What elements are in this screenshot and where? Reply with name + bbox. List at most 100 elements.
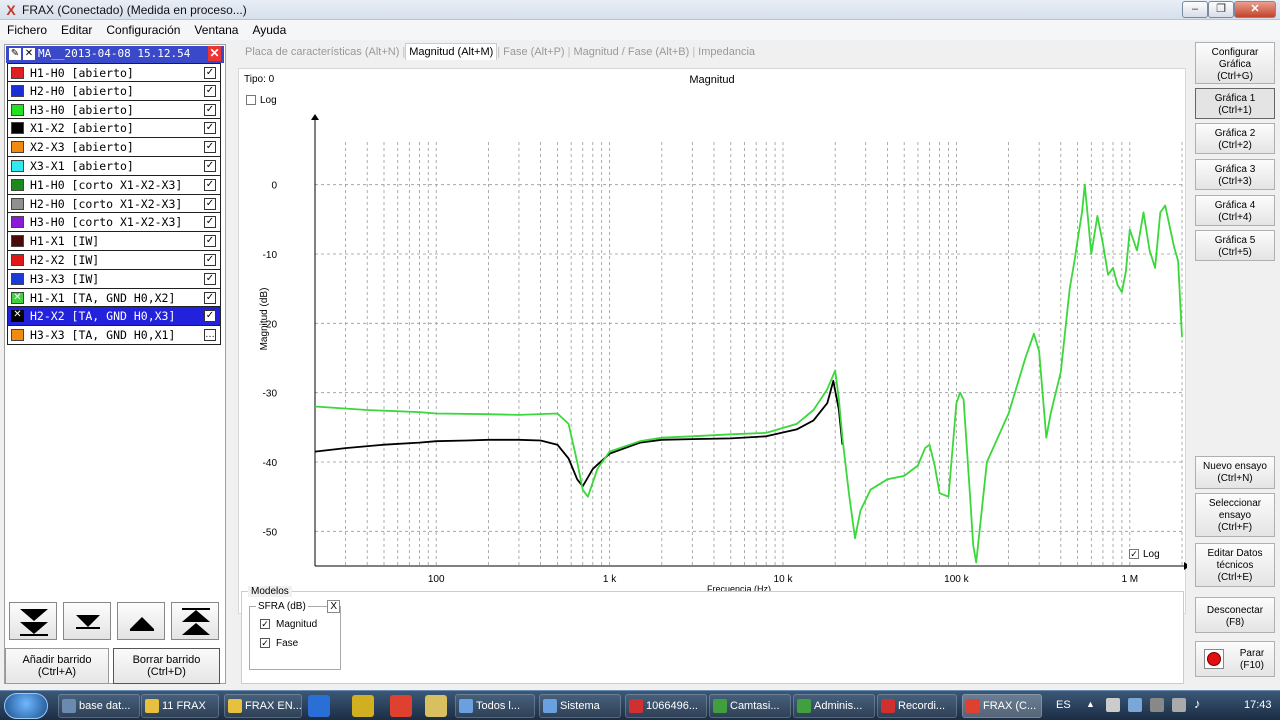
test-close-icon[interactable]: ✕ — [208, 46, 221, 61]
measurement-row[interactable]: H3-X3 [TA, GND H0,X1]… — [7, 326, 221, 345]
color-swatch[interactable] — [11, 103, 24, 116]
move-first-button[interactable] — [171, 602, 219, 640]
taskbar-item[interactable]: 1066496... — [625, 694, 707, 718]
taskbar-item[interactable]: base dat... — [58, 694, 140, 718]
taskbar-item[interactable]: Sistema — [539, 694, 621, 718]
taskbar-item[interactable]: Adminis... — [793, 694, 875, 718]
measurement-row[interactable]: H3-H0 [corto X1-X2-X3] ✓ — [7, 213, 221, 233]
color-swatch[interactable] — [11, 84, 24, 97]
color-swatch[interactable] — [11, 272, 24, 285]
measurement-checkbox[interactable]: ✓ — [204, 122, 216, 135]
seleccionar-ensayo-button[interactable]: Seleccionar ensayo (Ctrl+F) — [1195, 493, 1275, 537]
measurement-checkbox[interactable]: ✓ — [204, 272, 216, 285]
taskbar-item[interactable]: Camtasi... — [709, 694, 791, 718]
fase-checkbox[interactable]: ✓ — [260, 638, 270, 649]
color-swatch[interactable]: ✕ — [11, 310, 24, 323]
log-x-toggle[interactable]: ✓ Log — [1129, 549, 1160, 560]
measurement-row[interactable]: ✕ H1-X1 [TA, GND H0,X2] ✓ — [7, 288, 221, 308]
test-header[interactable]: ✎ ✕ MA__2013-04-08 15.12.54 ✕ — [6, 46, 224, 63]
measurement-checkbox[interactable]: ✓ — [204, 197, 216, 210]
menu-configuracion[interactable]: Configuración — [99, 20, 187, 37]
language-indicator[interactable]: ES — [1056, 699, 1071, 711]
color-swatch[interactable] — [11, 67, 24, 79]
taskbar-item[interactable]: 11 FRAX — [141, 694, 219, 718]
measurement-row[interactable]: X1-X2 [abierto] ✓ — [7, 119, 221, 139]
delete-sweep-button[interactable]: Borrar barrido (Ctrl+D) — [113, 648, 220, 684]
color-swatch[interactable]: ✕ — [11, 291, 24, 304]
menu-ventana[interactable]: Ventana — [187, 20, 245, 37]
taskbar-item[interactable]: Todos l... — [455, 694, 535, 718]
measurement-row[interactable]: H1-H0 [corto X1-X2-X3] ✓ — [7, 175, 221, 195]
measurement-checkbox[interactable]: ✓ — [204, 310, 216, 323]
measurement-checkbox[interactable]: ✓ — [204, 141, 216, 154]
magnitud-checkbox[interactable]: ✓ — [260, 619, 270, 630]
move-up-button[interactable] — [117, 602, 165, 640]
move-down-button[interactable] — [63, 602, 111, 640]
tray-arrow-icon[interactable]: ▲ — [1086, 699, 1095, 709]
volume-icon[interactable]: ♪ — [1194, 696, 1201, 711]
measurement-checkbox[interactable]: ✓ — [204, 291, 216, 304]
tab-impedancia[interactable]: Impedancia — [695, 46, 758, 58]
measurement-checkbox[interactable]: ✓ — [204, 216, 216, 229]
menu-ayuda[interactable]: Ayuda — [245, 20, 293, 37]
media-icon[interactable] — [352, 695, 374, 717]
fase-option[interactable]: ✓ Fase — [260, 638, 298, 649]
measurement-row[interactable]: H1-X1 [IW] ✓ — [7, 232, 221, 251]
measurement-checkbox[interactable]: ✓ — [204, 178, 216, 191]
measurement-row[interactable]: H2-H0 [corto X1-X2-X3] ✓ — [7, 194, 221, 214]
menu-fichero[interactable]: Fichero — [0, 20, 54, 37]
test-edit-icon[interactable]: ✎ — [9, 48, 21, 60]
tray-power-icon[interactable] — [1172, 698, 1186, 712]
taskbar-item[interactable]: FRAX EN... — [224, 694, 302, 718]
close-button[interactable]: ✕ — [1234, 1, 1276, 18]
measurement-row[interactable]: H1-H0 [abierto] ✓ — [7, 63, 221, 82]
folder-icon[interactable] — [425, 695, 447, 717]
measurement-checkbox[interactable]: ✓ — [204, 235, 216, 248]
configurar-grafica-button[interactable]: Configurar Gráfica (Ctrl+G) — [1195, 42, 1275, 84]
measurement-checkbox[interactable]: ✓ — [204, 253, 216, 266]
color-swatch[interactable] — [11, 197, 24, 210]
tab-fase[interactable]: Fase (Alt+P) — [500, 46, 567, 58]
tray-flag-icon[interactable] — [1128, 698, 1142, 712]
grafica-3-button[interactable]: Gráfica 3 (Ctrl+3) — [1195, 159, 1275, 190]
magnitud-option[interactable]: ✓ Magnitud — [260, 619, 317, 630]
measurement-checkbox[interactable]: ✓ — [204, 103, 216, 116]
measurement-checkbox[interactable]: ✓ — [204, 84, 216, 97]
tab-magnitud-fase[interactable]: Magnitud / Fase (Alt+B) — [570, 46, 692, 58]
tab-placa[interactable]: Placa de características (Alt+N) — [242, 46, 402, 58]
ie-icon[interactable] — [308, 695, 330, 717]
chrome-icon[interactable] — [390, 695, 412, 717]
minimize-button[interactable]: – — [1182, 1, 1208, 18]
measurement-checkbox[interactable]: … — [204, 329, 216, 342]
color-swatch[interactable] — [11, 178, 24, 191]
grafica-4-button[interactable]: Gráfica 4 (Ctrl+4) — [1195, 195, 1275, 226]
taskbar-item[interactable]: Recordi... — [877, 694, 957, 718]
editar-datos-button[interactable]: Editar Datos técnicos (Ctrl+E) — [1195, 543, 1275, 587]
measurement-row[interactable]: H3-X3 [IW] ✓ — [7, 269, 221, 289]
measurement-checkbox[interactable]: ✓ — [204, 159, 216, 172]
measurement-row[interactable]: X2-X3 [abierto] ✓ — [7, 138, 221, 157]
move-last-button[interactable] — [9, 602, 57, 640]
tray-network-icon[interactable] — [1150, 698, 1164, 712]
grafica-1-button[interactable]: Gráfica 1 (Ctrl+1) — [1195, 88, 1275, 119]
nuevo-ensayo-button[interactable]: Nuevo ensayo (Ctrl+N) — [1195, 456, 1275, 489]
color-swatch[interactable] — [11, 141, 24, 154]
color-swatch[interactable] — [11, 159, 24, 172]
stop-icon[interactable] — [1204, 649, 1224, 669]
taskbar-item[interactable]: FRAX (C... — [962, 694, 1042, 718]
test-visible-checkbox[interactable]: ✕ — [23, 48, 35, 60]
measurement-row[interactable]: H2-X2 [IW] ✓ — [7, 250, 221, 270]
color-swatch[interactable] — [11, 216, 24, 229]
add-sweep-button[interactable]: Añadir barrido (Ctrl+A) — [5, 648, 109, 684]
sfra-close-button[interactable]: X — [327, 600, 340, 613]
maximize-button[interactable]: ❐ — [1208, 1, 1234, 18]
color-swatch[interactable] — [11, 122, 24, 135]
color-swatch[interactable] — [11, 329, 24, 342]
grafica-2-button[interactable]: Gráfica 2 (Ctrl+2) — [1195, 123, 1275, 154]
measurement-row[interactable]: H3-H0 [abierto] ✓ — [7, 100, 221, 120]
color-swatch[interactable] — [11, 235, 24, 248]
clock[interactable]: 17:43 — [1244, 699, 1272, 711]
measurement-row[interactable]: ✕ H2-X2 [TA, GND H0,X3] ✓ — [7, 307, 221, 327]
tray-app-icon[interactable] — [1106, 698, 1120, 712]
desconectar-button[interactable]: Desconectar (F8) — [1195, 597, 1275, 633]
